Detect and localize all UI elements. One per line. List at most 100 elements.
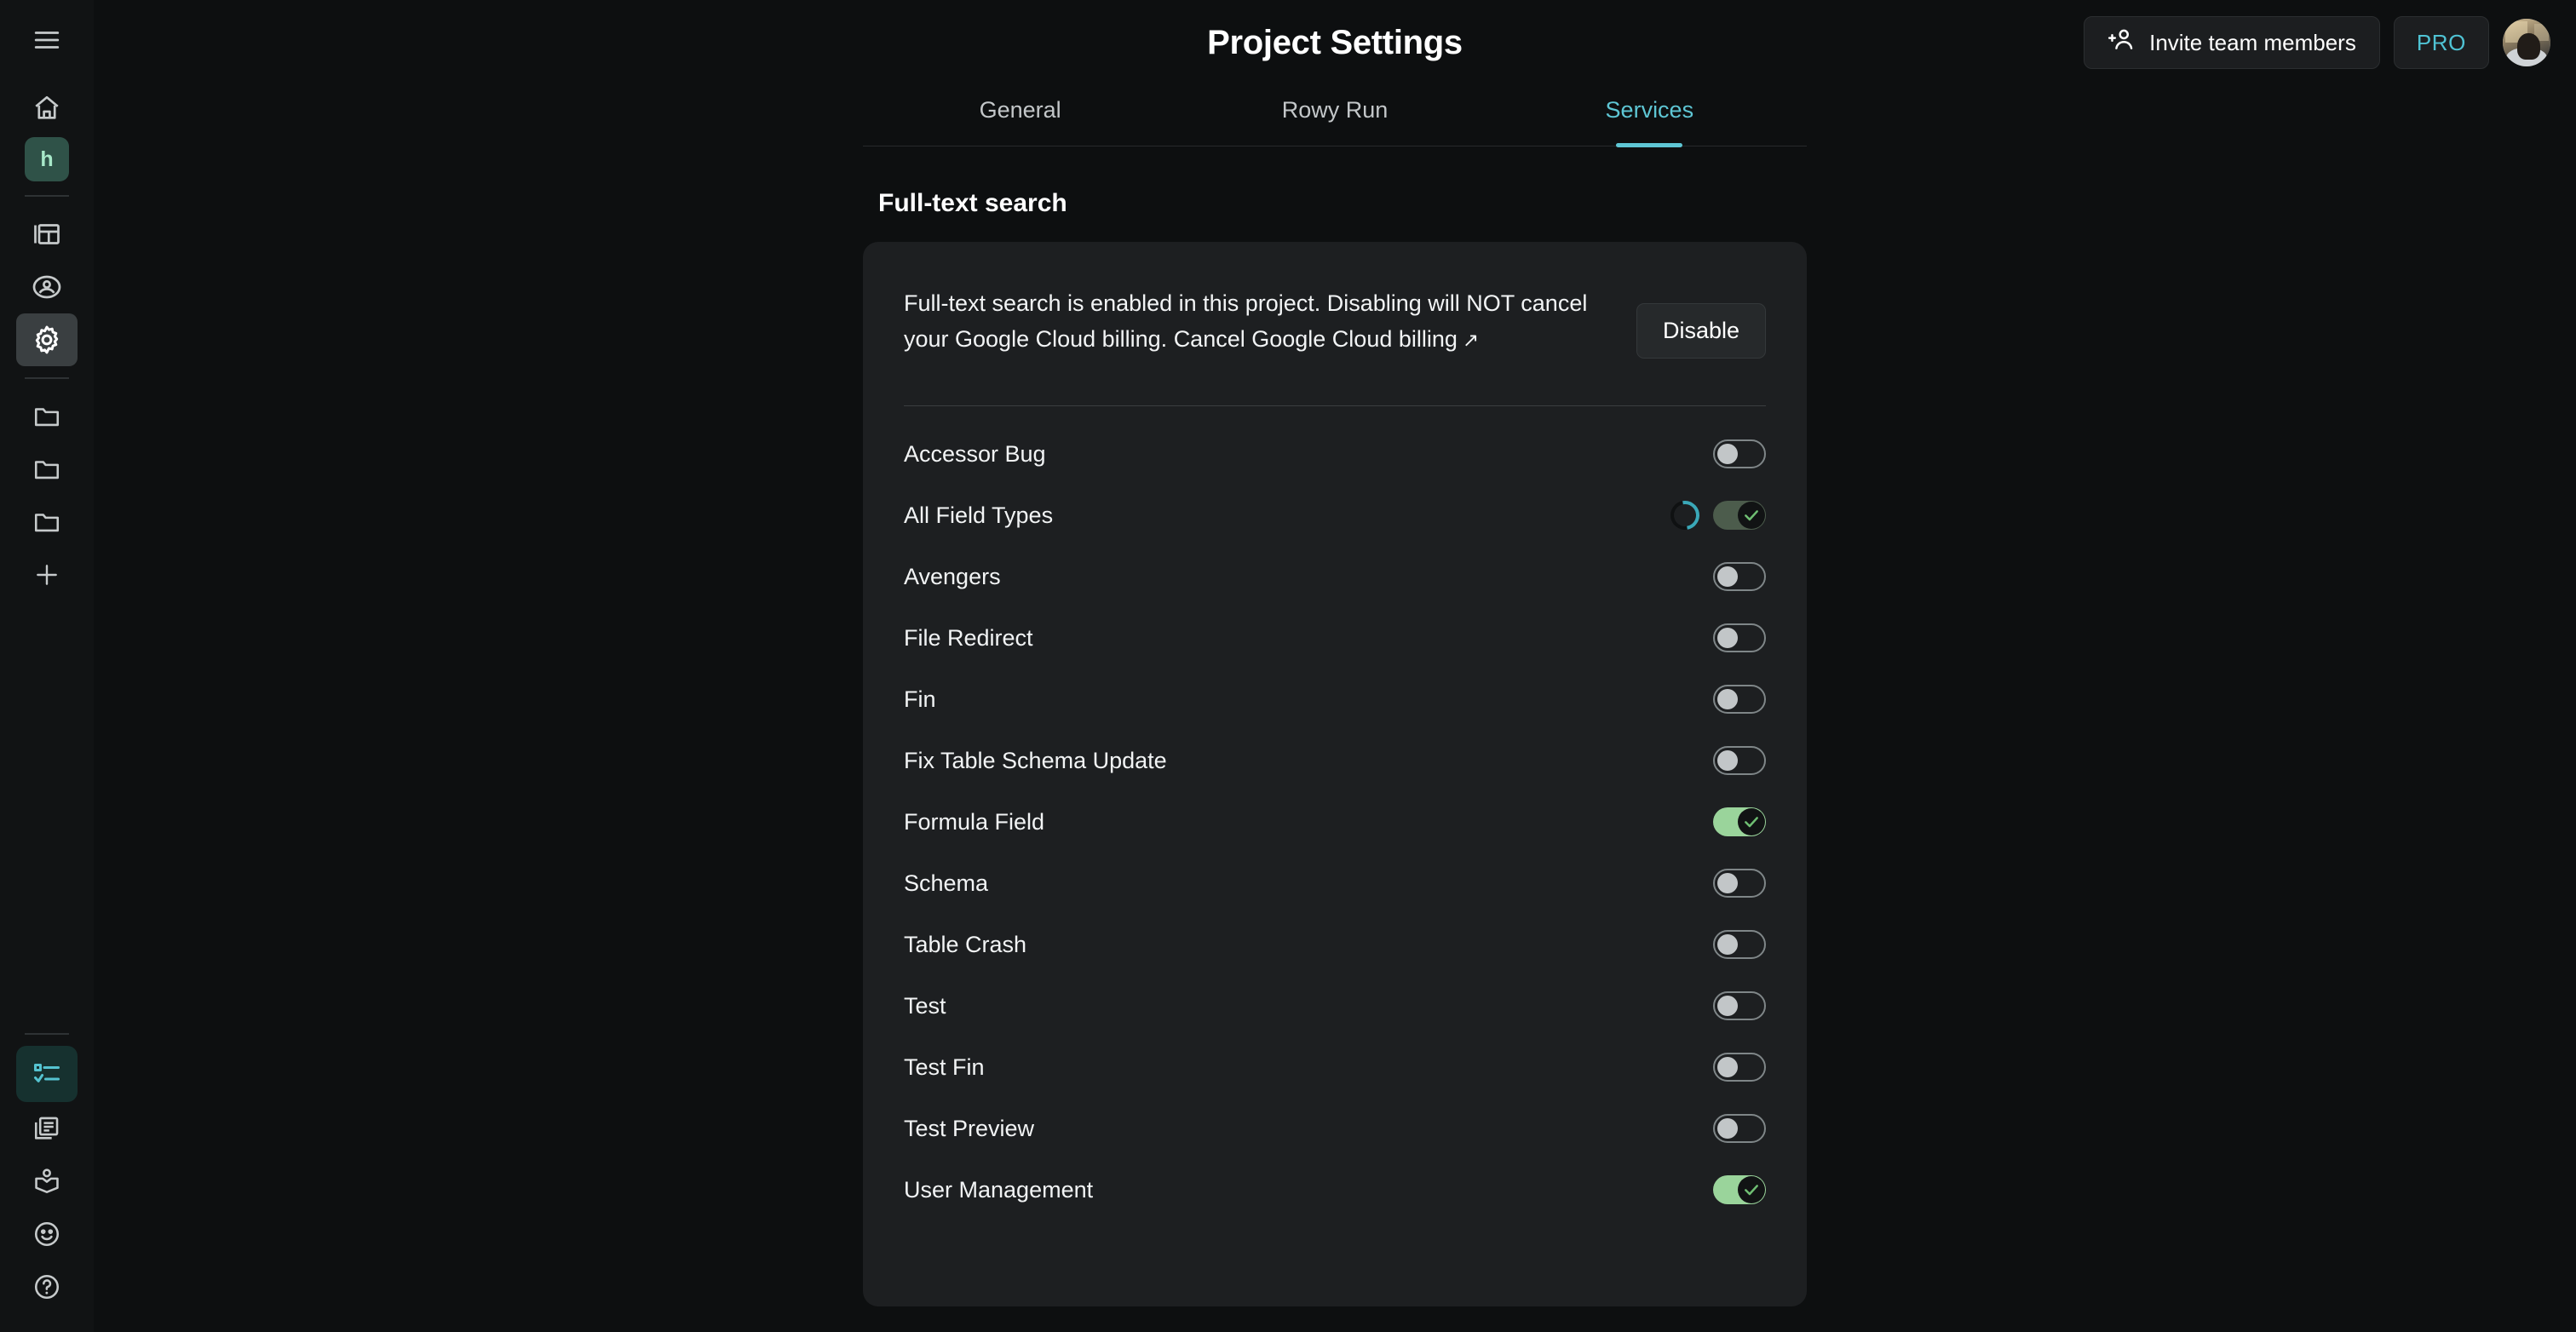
sidebar-item-add-table[interactable] xyxy=(20,548,73,601)
service-toggle[interactable] xyxy=(1713,807,1766,836)
hamburger-menu-icon[interactable] xyxy=(20,14,73,66)
external-link-arrow-icon: ↗ xyxy=(1462,328,1480,351)
service-toggle[interactable] xyxy=(1713,991,1766,1020)
sidebar-item-folder-3[interactable] xyxy=(20,496,73,548)
full-text-search-notice: Full-text search is enabled in this proj… xyxy=(904,286,1766,359)
service-controls xyxy=(1670,562,1766,591)
service-row: File Redirect xyxy=(904,607,1766,669)
service-row: Table Crash xyxy=(904,914,1766,975)
service-toggle[interactable] xyxy=(1713,1053,1766,1082)
service-label: Accessor Bug xyxy=(904,440,1046,467)
spinner-placeholder xyxy=(1670,807,1699,836)
service-label: Schema xyxy=(904,870,989,896)
avatar[interactable] xyxy=(2503,19,2550,66)
sidebar-divider-top xyxy=(25,195,69,197)
spinner-placeholder xyxy=(1670,991,1699,1020)
service-label: Fin xyxy=(904,686,936,712)
service-toggle[interactable] xyxy=(1713,439,1766,468)
plan-badge-pro[interactable]: PRO xyxy=(2393,16,2489,69)
person-add-icon xyxy=(2107,26,2136,60)
card-divider xyxy=(904,405,1766,406)
service-row: Test xyxy=(904,975,1766,1036)
service-toggle[interactable] xyxy=(1713,746,1766,775)
toggle-knob xyxy=(1717,1118,1738,1139)
sidebar-item-learn[interactable] xyxy=(20,1155,73,1208)
toggle-knob xyxy=(1717,750,1738,771)
service-row: Accessor Bug xyxy=(904,423,1766,485)
spinner-placeholder xyxy=(1670,562,1699,591)
cancel-billing-label: Cancel Google Cloud billing xyxy=(1173,325,1458,352)
spinner-placeholder xyxy=(1670,746,1699,775)
service-controls xyxy=(1670,807,1766,836)
sidebar-item-task-list[interactable] xyxy=(16,1046,78,1102)
sidebar-item-project-settings[interactable] xyxy=(16,313,78,366)
toggle-knob xyxy=(1717,996,1738,1016)
disable-button[interactable]: Disable xyxy=(1636,303,1766,359)
settings-tabs: General Rowy Run Services xyxy=(94,85,2576,146)
service-label: Test Preview xyxy=(904,1115,1035,1141)
service-row: Avengers xyxy=(904,546,1766,607)
cancel-google-cloud-billing-link[interactable]: Cancel Google Cloud billing ↗ xyxy=(1174,326,1479,352)
sidebar-item-account[interactable] xyxy=(20,261,73,313)
notice-text: Full-text search is enabled in this proj… xyxy=(904,286,1611,358)
service-row: Test Fin xyxy=(904,1036,1766,1098)
sidebar-item-folder-2[interactable] xyxy=(20,443,73,496)
service-toggle[interactable] xyxy=(1713,623,1766,652)
sidebar-item-feedback[interactable] xyxy=(20,1208,73,1260)
settings-content: Full-text search Full-text search is ena… xyxy=(863,146,1807,1306)
sidebar-divider-mid xyxy=(25,377,69,379)
toggle-knob xyxy=(1717,566,1738,587)
tab-rowy-run[interactable]: Rowy Run xyxy=(1177,85,1492,146)
service-row: All Field Types xyxy=(904,485,1766,546)
sidebar: h xyxy=(0,0,94,1332)
service-list: Accessor Bug All Field Types Avengers File … xyxy=(904,423,1766,1220)
toggle-knob xyxy=(1717,873,1738,893)
service-label: Test xyxy=(904,992,946,1019)
service-toggle[interactable] xyxy=(1713,1114,1766,1143)
toggle-knob-checked xyxy=(1738,1176,1765,1203)
service-label: Fix Table Schema Update xyxy=(904,747,1167,773)
service-toggle[interactable] xyxy=(1713,501,1766,530)
service-row: Fix Table Schema Update xyxy=(904,730,1766,791)
full-text-search-card: Full-text search is enabled in this proj… xyxy=(863,242,1807,1306)
service-controls xyxy=(1670,869,1766,898)
service-label: User Management xyxy=(904,1176,1094,1203)
service-row: Fin xyxy=(904,669,1766,730)
spinner-placeholder xyxy=(1670,1114,1699,1143)
sidebar-item-docs[interactable] xyxy=(20,1102,73,1155)
spinner-placeholder xyxy=(1670,623,1699,652)
service-label: All Field Types xyxy=(904,502,1054,528)
spinner-placeholder xyxy=(1670,1053,1699,1082)
sidebar-item-tables[interactable] xyxy=(20,208,73,261)
service-label: Table Crash xyxy=(904,931,1027,957)
loading-spinner-icon xyxy=(1665,495,1705,536)
toggle-knob xyxy=(1717,1057,1738,1077)
tab-services[interactable]: Services xyxy=(1492,85,1807,146)
service-row: User Management xyxy=(904,1159,1766,1220)
sidebar-item-folder-1[interactable] xyxy=(20,390,73,443)
toggle-knob-checked xyxy=(1738,808,1765,835)
spinner-placeholder xyxy=(1670,685,1699,714)
service-controls xyxy=(1670,623,1766,652)
service-toggle[interactable] xyxy=(1713,685,1766,714)
service-toggle[interactable] xyxy=(1713,562,1766,591)
avatar-hair xyxy=(2516,32,2540,60)
service-toggle[interactable] xyxy=(1713,930,1766,959)
sidebar-item-help[interactable] xyxy=(20,1260,73,1313)
spinner-placeholder xyxy=(1670,869,1699,898)
main-area: Project Settings Invite team members PRO xyxy=(94,0,2576,1332)
sidebar-project-logo[interactable]: h xyxy=(25,137,69,181)
tab-general[interactable]: General xyxy=(863,85,1177,146)
service-toggle[interactable] xyxy=(1713,869,1766,898)
sidebar-item-home[interactable] xyxy=(20,82,73,135)
toggle-knob xyxy=(1717,628,1738,648)
invite-team-members-button[interactable]: Invite team members xyxy=(2084,16,2380,69)
app-header: Project Settings Invite team members PRO xyxy=(94,0,2576,85)
section-title: Full-text search xyxy=(878,189,1067,217)
service-row: Formula Field xyxy=(904,791,1766,853)
service-toggle[interactable] xyxy=(1713,1175,1766,1204)
toggle-knob xyxy=(1717,444,1738,464)
service-label: Test Fin xyxy=(904,1054,985,1080)
service-controls xyxy=(1670,439,1766,468)
header-actions: Invite team members PRO xyxy=(2084,16,2550,69)
